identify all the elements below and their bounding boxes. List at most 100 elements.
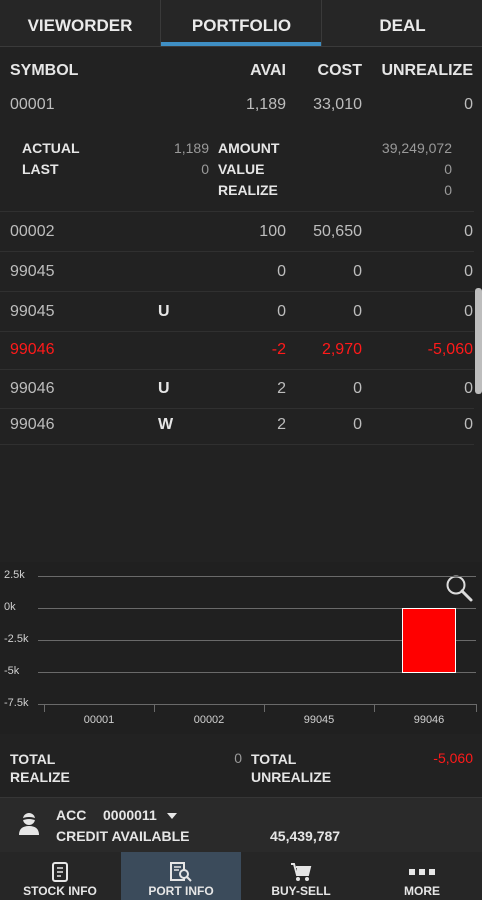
nav-label: PORT INFO [148, 884, 214, 898]
cart-icon [291, 863, 312, 881]
row-unrealize: 0 [464, 263, 473, 280]
table-row[interactable]: 00002 100 50,650 0 [0, 212, 474, 252]
last-value: 0 [201, 161, 209, 177]
nav-label: STOCK INFO [23, 884, 97, 898]
x-axis-tick [476, 704, 477, 712]
row-symbol: 99046 [10, 416, 55, 433]
tab-label: PORTFOLIO [191, 16, 292, 35]
x-tick-label: 99046 [413, 714, 445, 726]
row-detail-panel: ACTUAL 1,189 LAST 0 AMOUNT 39,249,072 VA… [0, 124, 474, 212]
tab-vieworder[interactable]: VIEWORDER [0, 0, 160, 46]
nav-more[interactable]: MORE [362, 852, 482, 900]
table-row[interactable]: 00001 1,189 33,010 0 [0, 85, 474, 123]
table-row[interactable]: 99046 -2 2,970 -5,060 [0, 330, 474, 370]
x-tick-label: 00001 [83, 714, 115, 726]
row-unrealize: 0 [464, 96, 473, 113]
x-tick-label: 00002 [193, 714, 225, 726]
account-bar: ACC 0000011 CREDIT AVAILABLE 45,439,787 [0, 797, 482, 852]
row-unrealize: 0 [464, 223, 473, 240]
active-tab-indicator [161, 42, 322, 46]
value-label: VALUE [218, 161, 265, 177]
row-unrealize: -5,060 [427, 341, 473, 358]
row-flag: U [158, 303, 170, 320]
user-icon [19, 813, 39, 835]
row-avai: 2 [277, 416, 286, 433]
dropdown-arrow-icon [166, 813, 177, 820]
table-row[interactable]: 99046 W 2 0 0 [0, 405, 474, 445]
last-label: LAST [22, 161, 59, 177]
row-symbol: 99046 [10, 380, 55, 397]
gridline [38, 576, 476, 577]
nav-buy-sell[interactable]: BUY-SELL [241, 852, 361, 900]
credit-available-label: CREDIT AVAILABLE [56, 828, 190, 844]
actual-label: ACTUAL [22, 140, 80, 156]
row-cost: 33,010 [313, 96, 362, 113]
row-cost: 0 [353, 380, 362, 397]
nav-port-info[interactable]: PORT INFO [121, 852, 241, 900]
credit-available-value: 45,439,787 [270, 828, 341, 844]
unrealize-bar-chart: 2.5k 0k -2.5k -5k -7.5k 00001 00002 99045 99046 [0, 562, 482, 734]
acc-label: ACC [56, 807, 87, 823]
y-tick-label: -5k [4, 665, 20, 677]
header-cost: COST [317, 62, 362, 79]
y-tick-label: -7.5k [4, 697, 29, 709]
row-unrealize: 0 [464, 416, 473, 433]
tab-deal[interactable]: DEAL [321, 0, 482, 46]
header-avai: AVAI [250, 62, 286, 79]
row-avai: 0 [277, 303, 286, 320]
row-flag: W [158, 416, 174, 433]
nav-label: MORE [404, 884, 440, 898]
value-value: 0 [444, 161, 452, 177]
row-avai: 0 [277, 263, 286, 280]
total-realize-label-line2: REALIZE [10, 769, 70, 785]
tab-label: DEAL [379, 16, 426, 35]
row-symbol: 99045 [10, 303, 55, 320]
row-avai: 2 [277, 380, 286, 397]
nav-label: BUY-SELL [271, 884, 331, 898]
row-cost: 50,650 [313, 223, 362, 240]
total-unrealize-label-line2: UNREALIZE [251, 769, 332, 785]
port-info-icon [170, 862, 192, 882]
nav-stock-info[interactable]: STOCK INFO [0, 852, 120, 900]
gridline [38, 704, 476, 705]
y-tick-label: -2.5k [4, 633, 29, 645]
table-row[interactable]: 99045 0 0 0 [0, 252, 474, 292]
x-axis-tick [264, 704, 265, 712]
row-symbol: 00001 [10, 96, 55, 113]
more-icon [409, 869, 435, 875]
total-realize-label: TOTAL REALIZE [10, 750, 70, 786]
x-tick-label: 99045 [303, 714, 335, 726]
row-avai: 100 [259, 223, 286, 240]
row-symbol: 99045 [10, 263, 55, 280]
total-realize-value: 0 [234, 750, 242, 766]
row-unrealize: 0 [464, 380, 473, 397]
realize-value: 0 [444, 182, 452, 198]
chart-bar [402, 608, 456, 673]
x-axis-tick [154, 704, 155, 712]
magnifier-icon[interactable] [444, 573, 474, 603]
table-row[interactable]: 99045 U 0 0 0 [0, 292, 474, 332]
total-unrealize-value: -5,060 [433, 750, 473, 766]
total-unrealize-label: TOTAL UNREALIZE [251, 750, 331, 786]
amount-label: AMOUNT [218, 140, 280, 156]
row-avai: 1,189 [245, 96, 286, 113]
tab-portfolio[interactable]: PORTFOLIO [160, 0, 322, 46]
table-row[interactable]: 99046 U 2 0 0 [0, 369, 474, 409]
row-symbol: 99046 [10, 341, 55, 358]
y-tick-label: 0k [4, 601, 16, 613]
tab-label: VIEWORDER [27, 16, 133, 35]
y-tick-label: 2.5k [4, 569, 25, 581]
scrollbar[interactable] [475, 288, 482, 394]
row-cost: 0 [353, 263, 362, 280]
x-axis-tick [374, 704, 375, 712]
row-cost: 2,970 [321, 341, 362, 358]
x-axis-tick [44, 704, 45, 712]
total-realize-label-line1: TOTAL [10, 751, 56, 767]
account-selector[interactable]: 0000011 [103, 807, 177, 823]
acc-number: 0000011 [103, 807, 157, 823]
row-cost: 0 [353, 303, 362, 320]
top-tab-bar: VIEWORDER PORTFOLIO DEAL [0, 0, 482, 47]
row-avai: -2 [271, 341, 286, 358]
header-unrealize: UNREALIZE [381, 62, 473, 79]
stock-info-icon [52, 862, 68, 882]
